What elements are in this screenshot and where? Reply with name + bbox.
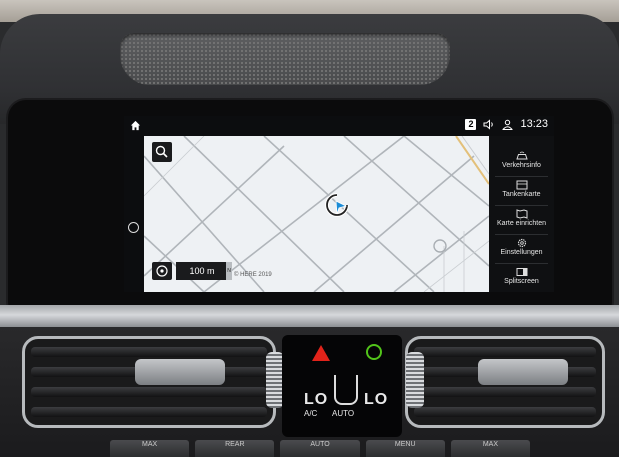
- menu-item-label: Einstellungen: [500, 249, 543, 256]
- vent-slat: [414, 407, 596, 417]
- menu-item-label: Karte einrichten: [496, 220, 547, 227]
- status-bar-right: 2 13:23: [465, 118, 548, 130]
- menu-item-tankenkarte[interactable]: Tankenkarte: [489, 177, 554, 205]
- map-search-button[interactable]: [152, 142, 172, 162]
- map-copyright: © HERE 2019: [234, 272, 272, 278]
- north-label: N: [227, 268, 231, 274]
- menu-item-karte-einrichten[interactable]: Karte einrichten: [489, 206, 554, 234]
- chrome-trim: [0, 305, 619, 327]
- navigation-map[interactable]: 100 m N © HERE 2019: [144, 136, 489, 292]
- north-indicator: N: [226, 262, 232, 280]
- left-rail: [124, 136, 144, 292]
- menu-item-label: Verkehrsinfo: [502, 162, 541, 169]
- vent-slat: [414, 387, 596, 397]
- speaker-icon[interactable]: [483, 118, 495, 130]
- clock: 13:23: [520, 118, 548, 130]
- infotainment-screen: 2 13:23 100 m N © HERE 2019 Verkehrsinfo…: [124, 116, 554, 292]
- search-icon: [155, 145, 168, 158]
- vent-slat: [31, 407, 267, 417]
- splitscreen-icon: [516, 268, 527, 276]
- fuel-card-icon: [516, 180, 527, 190]
- air-vent-left[interactable]: [22, 336, 276, 428]
- vent-direction-knob[interactable]: [478, 359, 568, 385]
- vent-wheel-right[interactable]: [406, 352, 424, 408]
- right-temperature: LO: [364, 391, 389, 408]
- auto-button[interactable]: AUTO: [280, 440, 360, 457]
- menu-item-splitscreen[interactable]: Splitscreen: [489, 264, 554, 292]
- left-temperature: LO: [304, 391, 329, 408]
- climate-button-row: MAX REAR AUTO MENU MAX: [110, 440, 531, 457]
- vent-direction-knob[interactable]: [135, 359, 225, 385]
- mode-label: AUTO: [332, 409, 355, 418]
- map-compass-button[interactable]: [152, 262, 172, 280]
- vent-slat: [31, 347, 267, 357]
- traffic-icon: [515, 151, 528, 160]
- user-icon[interactable]: [502, 119, 513, 130]
- airbag-indicator-icon: [366, 344, 382, 360]
- vent-slat: [414, 347, 596, 357]
- vent-slat: [31, 387, 267, 397]
- menu-item-verkehrsinfo[interactable]: Verkehrsinfo: [489, 148, 554, 176]
- hazard-button[interactable]: [312, 345, 330, 361]
- ac-label: A/C: [304, 409, 318, 418]
- map-side-menu: Verkehrsinfo Tankenkarte Karte einrichte…: [489, 136, 554, 292]
- dashboard-speaker-grille: [120, 33, 450, 85]
- menu-item-label: Splitscreen: [504, 278, 539, 285]
- menu-button[interactable]: MENU: [365, 440, 445, 457]
- compass-icon[interactable]: [128, 222, 139, 233]
- map-scale: 100 m: [176, 262, 228, 280]
- gear-icon: [517, 238, 526, 248]
- vehicle-arrow-icon: [325, 193, 349, 217]
- home-icon[interactable]: [130, 120, 141, 131]
- map-settings-icon: [516, 209, 527, 219]
- air-vent-right[interactable]: [405, 336, 605, 428]
- climate-display: LO A/C AUTO LO: [282, 335, 402, 437]
- compass-icon: [156, 265, 168, 277]
- message-icon[interactable]: 2: [465, 118, 477, 130]
- status-bar: 2 13:23: [124, 116, 554, 136]
- rear-button[interactable]: REAR: [195, 440, 275, 457]
- max-button[interactable]: MAX: [110, 440, 190, 457]
- fan-icon: [334, 375, 358, 405]
- max-defrost-button[interactable]: MAX: [450, 440, 531, 457]
- menu-item-label: Tankenkarte: [502, 191, 541, 198]
- menu-item-einstellungen[interactable]: Einstellungen: [489, 235, 554, 263]
